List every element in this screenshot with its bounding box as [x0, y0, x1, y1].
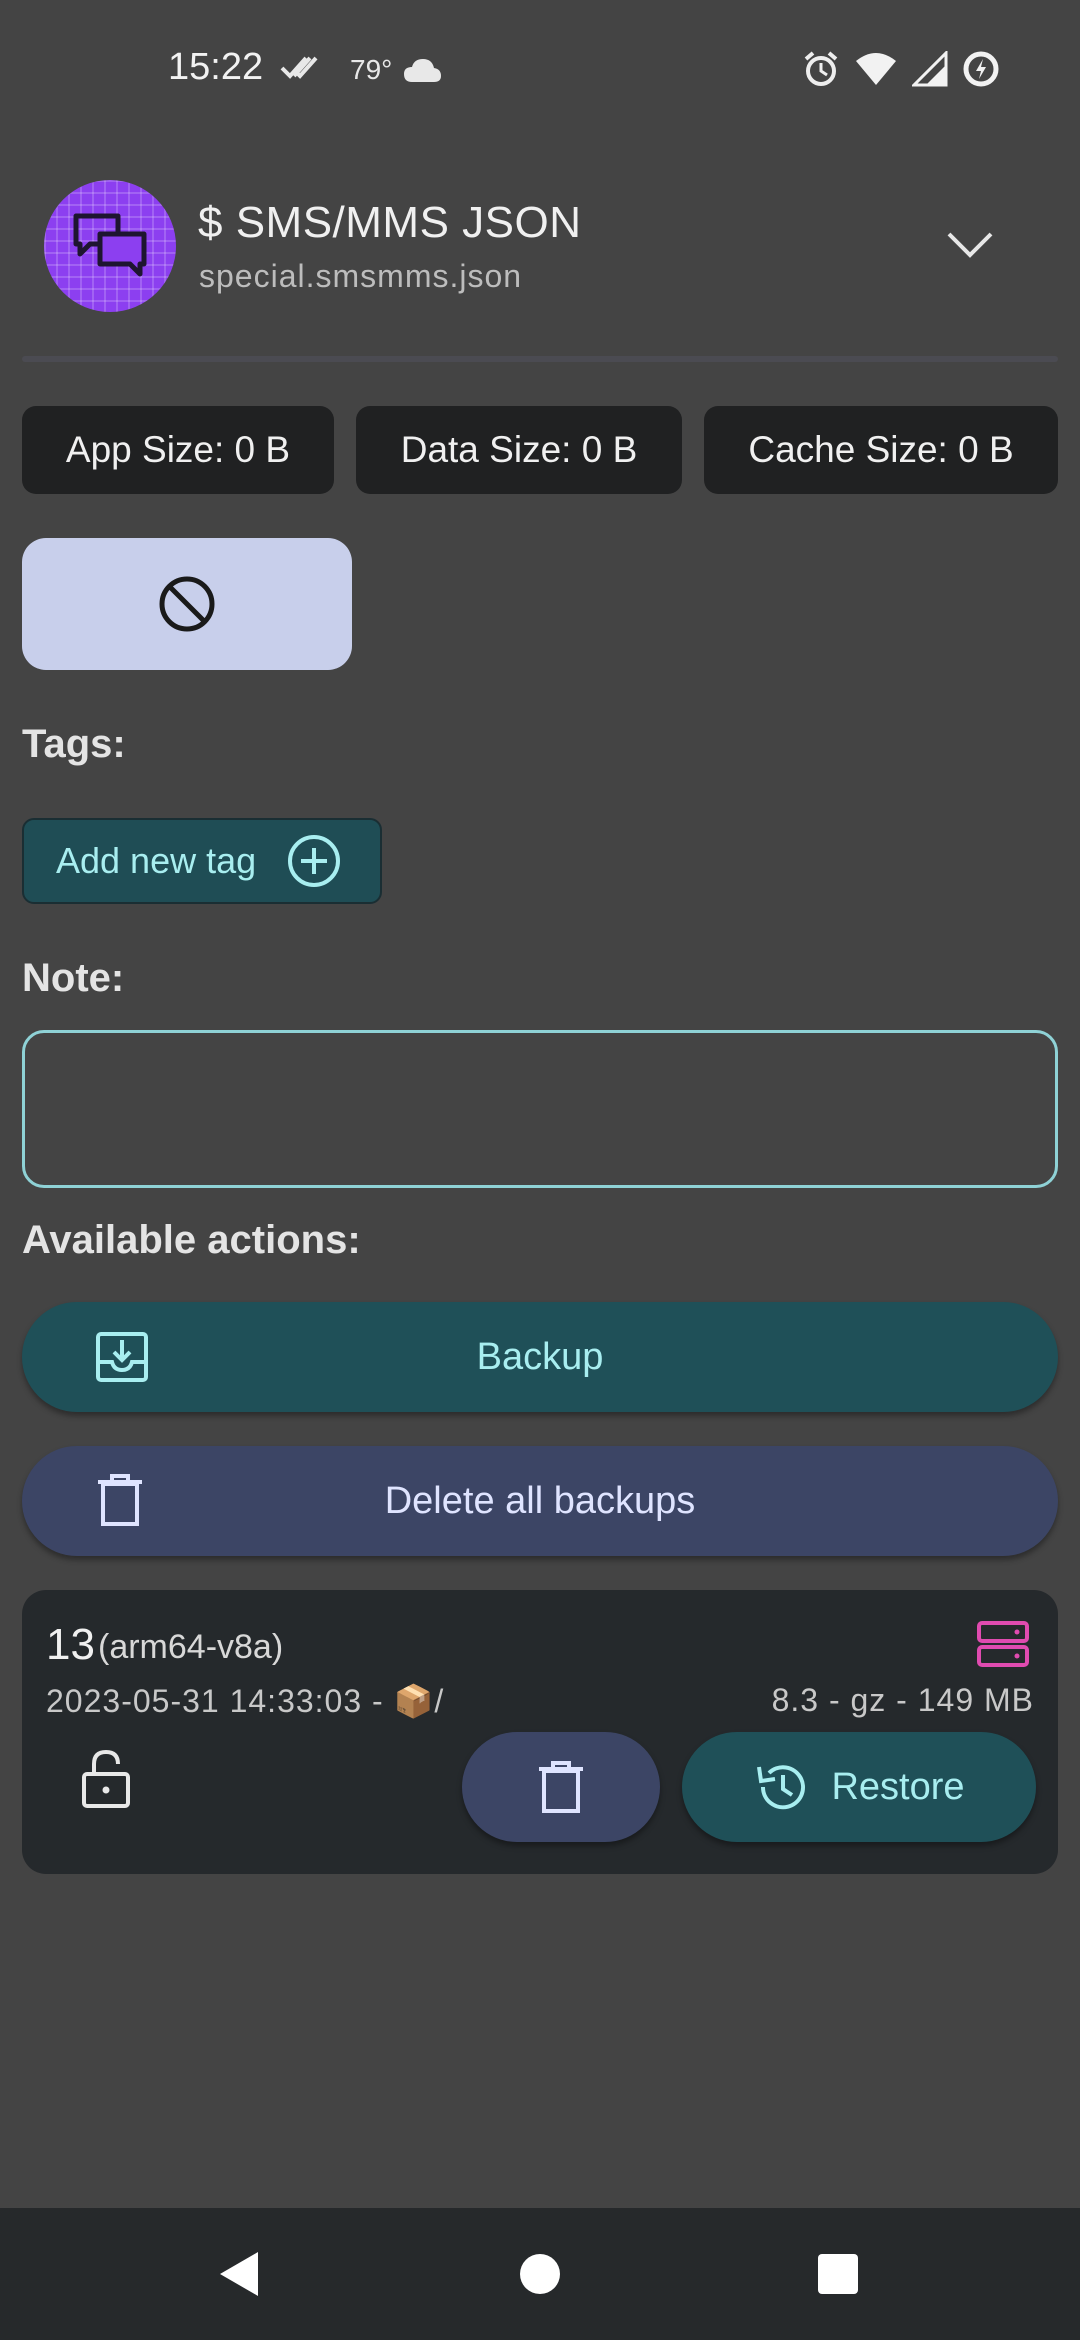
- signal-icon: [910, 49, 948, 92]
- wifi-icon: [854, 51, 898, 92]
- add-circle-icon: [288, 835, 341, 887]
- restore-label: Restore: [831, 1765, 965, 1808]
- temperature-text: 79°: [350, 54, 393, 85]
- status-time: 15:22: [168, 46, 264, 88]
- cache-size-chip[interactable]: Cache Size: 0 B: [704, 406, 1058, 494]
- delete-backup-button[interactable]: [462, 1732, 660, 1842]
- archive-download-icon: [94, 1328, 150, 1394]
- backup-details: 8.3 - gz - 149 MB: [771, 1682, 1034, 1718]
- backup-abi: (arm64-v8a): [98, 1628, 284, 1666]
- server-icon: [976, 1620, 1030, 1673]
- backup-card[interactable]: 13 (arm64-v8a) 2023-05-31 14:33:03 - 📦/ …: [22, 1590, 1058, 1874]
- restore-button[interactable]: Restore: [682, 1732, 1036, 1842]
- app-title: $ SMS/MMS JSON: [198, 198, 582, 247]
- tags-label: Tags:: [22, 722, 126, 766]
- home-icon[interactable]: [520, 2254, 560, 2294]
- app-package-name: special.smsmms.json: [199, 258, 523, 294]
- note-label: Note:: [22, 956, 125, 1000]
- data-size-chip[interactable]: Data Size: 0 B: [356, 406, 682, 494]
- back-icon[interactable]: [218, 2250, 262, 2303]
- expand-button[interactable]: [940, 220, 1000, 270]
- add-tag-button[interactable]: Add new tag: [22, 818, 382, 904]
- recents-icon[interactable]: [818, 2254, 858, 2294]
- delete-all-label: Delete all backups: [384, 1479, 696, 1522]
- done-all-icon: [280, 52, 324, 87]
- trash-icon: [94, 1472, 146, 1538]
- status-icons: [802, 49, 1000, 93]
- unlock-icon[interactable]: [80, 1748, 132, 1815]
- block-icon: [159, 576, 215, 632]
- backup-button[interactable]: Backup: [22, 1302, 1058, 1412]
- alarm-icon: [802, 50, 840, 93]
- block-button[interactable]: [22, 538, 352, 670]
- delete-all-backups-button[interactable]: Delete all backups: [22, 1446, 1058, 1556]
- backup-version: 13: [46, 1620, 95, 1669]
- header-divider: [22, 356, 1058, 362]
- app-size-chip[interactable]: App Size: 0 B: [22, 406, 334, 494]
- backup-date: 2023-05-31 14:33:03 - 📦/: [46, 1683, 445, 1719]
- app-icon: [44, 180, 176, 312]
- chevron-down-icon: [947, 232, 993, 258]
- history-icon: [757, 1765, 806, 1810]
- add-tag-label: Add new tag: [56, 840, 257, 881]
- trash-icon: [539, 1761, 583, 1813]
- data-saver-icon: [962, 50, 1000, 93]
- cloud-icon: [402, 56, 442, 89]
- actions-label: Available actions:: [22, 1218, 361, 1262]
- navigation-bar: [0, 2208, 1080, 2340]
- note-input[interactable]: [22, 1030, 1058, 1188]
- chat-bubbles-icon: [73, 213, 147, 277]
- backup-label: Backup: [476, 1335, 604, 1378]
- status-bar: 15:22 79°: [0, 0, 1080, 140]
